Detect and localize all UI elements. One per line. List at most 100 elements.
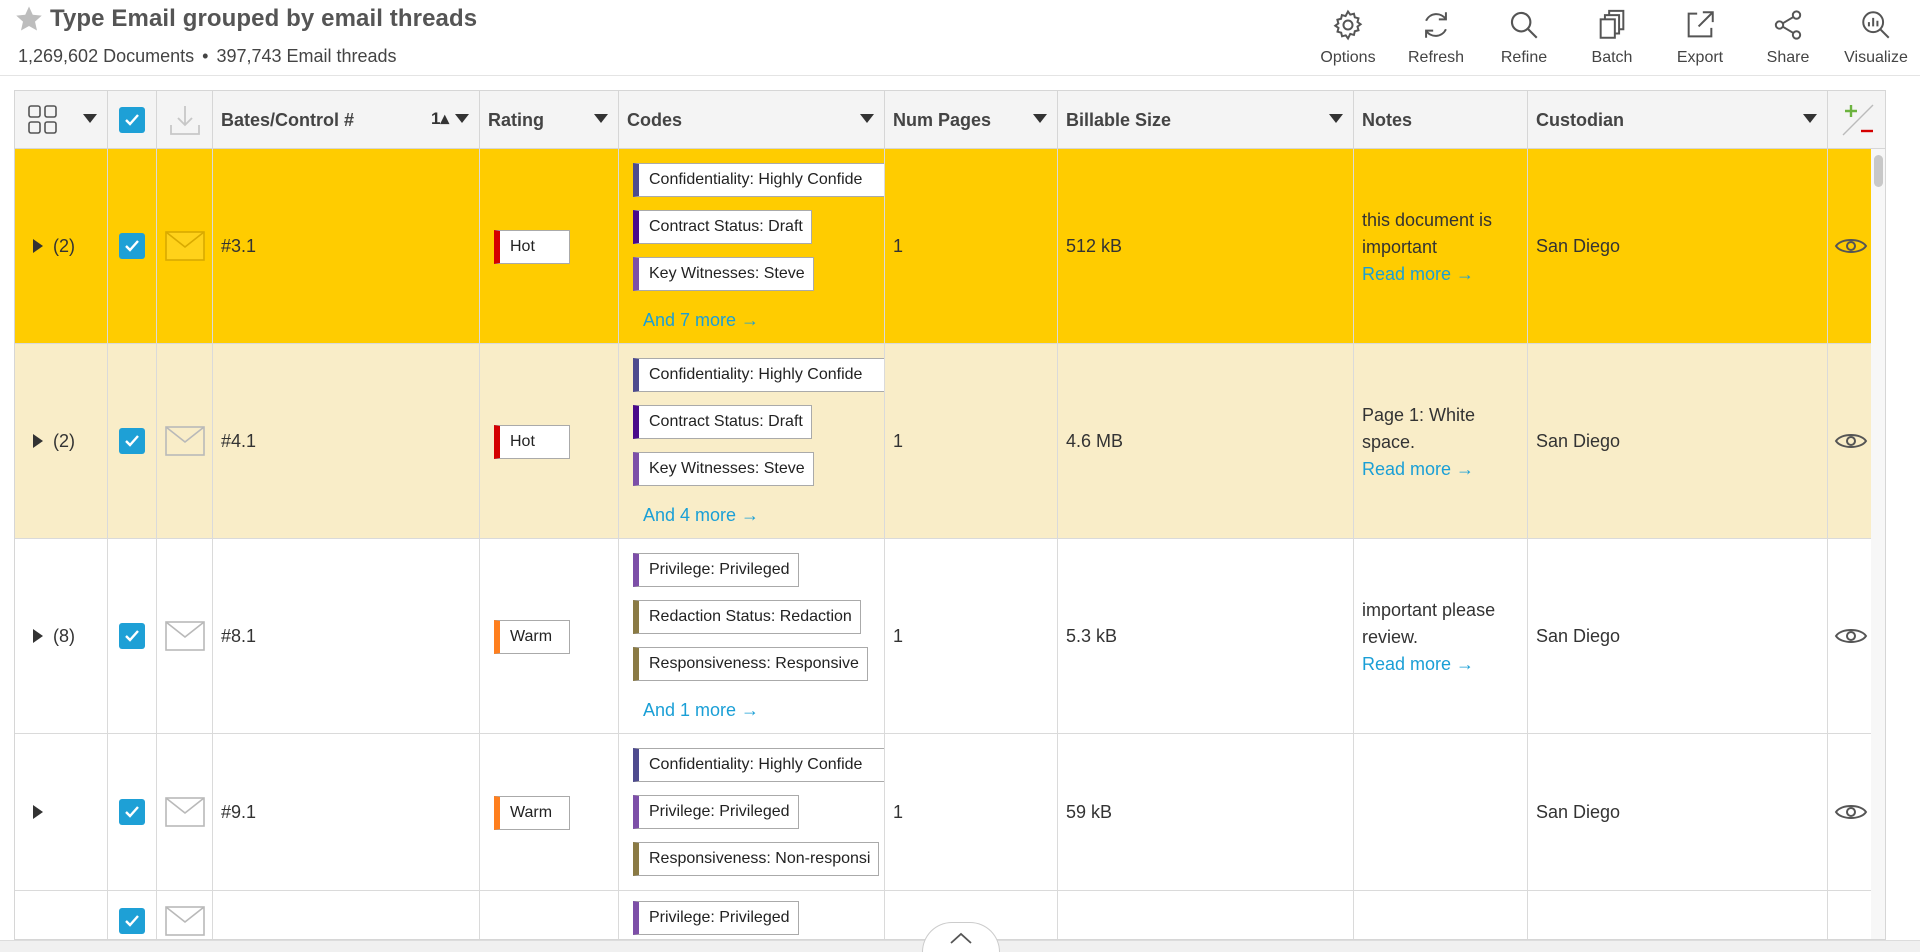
- view-document-button[interactable]: [1828, 734, 1873, 890]
- thread-count: (2): [53, 430, 75, 451]
- table-row[interactable]: (2) #3.1 Hot Confidentiality: Highly Con…: [15, 149, 1885, 344]
- code-tag[interactable]: Key Witnesses: Steve: [633, 257, 814, 291]
- visualize-button[interactable]: Visualize: [1832, 0, 1920, 76]
- eye-icon: [1834, 434, 1867, 448]
- chevron-up-icon: [950, 932, 972, 944]
- share-button[interactable]: Share: [1744, 0, 1832, 76]
- export-label: Export: [1676, 49, 1724, 66]
- options-button[interactable]: Options: [1304, 0, 1392, 76]
- read-more-link[interactable]: Read more →: [1362, 459, 1474, 479]
- email-icon: [157, 149, 213, 343]
- row-checkbox[interactable]: [108, 539, 157, 733]
- code-tag-label: Contract Status: Draft: [649, 413, 803, 430]
- table-row[interactable]: (8) #8.1 Warm Privilege: Privileged Redac…: [15, 539, 1885, 734]
- chevron-down-icon[interactable]: [594, 114, 608, 123]
- code-tag[interactable]: Privilege: Privileged: [633, 901, 799, 935]
- rating-tag[interactable]: Warm: [494, 795, 570, 830]
- vertical-scrollbar[interactable]: [1871, 149, 1885, 939]
- notes-cell: important please review. Read more →: [1354, 539, 1528, 733]
- documents-grid: Bates/Control # 1▴ Rating Codes Num Page…: [14, 90, 1886, 940]
- code-tag[interactable]: Confidentiality: Highly Confide: [633, 163, 884, 197]
- refine-button[interactable]: Refine: [1480, 0, 1568, 76]
- num-pages-cell: 1: [885, 149, 1058, 343]
- chevron-down-icon[interactable]: [455, 114, 469, 123]
- thread-expander[interactable]: (8): [15, 539, 108, 733]
- rating-tag[interactable]: Hot: [494, 424, 570, 459]
- code-tag[interactable]: Privilege: Privileged: [633, 795, 799, 829]
- rating-tag[interactable]: Hot: [494, 229, 570, 264]
- code-tag[interactable]: Key Witnesses: Steve: [633, 452, 814, 486]
- export-button[interactable]: Export: [1656, 0, 1744, 76]
- thread-expander[interactable]: [15, 734, 108, 890]
- thread-count: 397,743 Email threads: [216, 46, 397, 66]
- more-codes-link[interactable]: And 1 more →: [643, 700, 759, 721]
- code-tag-label: Confidentiality: Highly Confide: [649, 366, 863, 383]
- rating-tag[interactable]: Warm: [494, 619, 570, 654]
- document-count: 1,269,602 Documents: [18, 46, 195, 66]
- code-tag[interactable]: Confidentiality: Highly Confide: [633, 358, 884, 392]
- code-tag[interactable]: Redaction Status: Redaction: [633, 600, 861, 634]
- download-column[interactable]: [157, 91, 213, 149]
- star-icon[interactable]: [14, 4, 44, 34]
- code-tag[interactable]: Privilege: Privileged: [633, 553, 799, 587]
- notes-cell: [1354, 891, 1528, 939]
- column-codes-label: Codes: [627, 109, 683, 130]
- rating-cell: [480, 891, 619, 939]
- code-tag[interactable]: Contract Status: Draft: [633, 210, 812, 244]
- table-row[interactable]: (2) #4.1 Hot Confidentiality: Highly Con…: [15, 344, 1885, 539]
- chevron-down-icon[interactable]: [860, 114, 874, 123]
- row-checkbox[interactable]: [108, 344, 157, 538]
- checkbox-checked-icon: [119, 107, 145, 133]
- scrollbar-thumb[interactable]: [1874, 155, 1883, 187]
- code-tag[interactable]: Contract Status: Draft: [633, 405, 812, 439]
- thread-expander[interactable]: [15, 891, 108, 939]
- refresh-button[interactable]: Refresh: [1392, 0, 1480, 76]
- view-document-button[interactable]: [1828, 539, 1873, 733]
- column-billable-size[interactable]: Billable Size: [1058, 91, 1354, 149]
- chevron-down-icon[interactable]: [1803, 114, 1817, 123]
- column-rating-label: Rating: [488, 109, 544, 130]
- code-tag-label: Privilege: Privileged: [649, 909, 790, 926]
- refresh-icon: [1425, 12, 1447, 38]
- codes-cell: Privilege: Privileged Redaction Status: R…: [619, 539, 885, 733]
- read-more-link[interactable]: Read more →: [1362, 654, 1474, 674]
- code-tag[interactable]: Confidentiality: Highly Confide: [633, 748, 884, 782]
- read-more-link[interactable]: Read more →: [1362, 264, 1474, 284]
- note-body: this document is important: [1362, 209, 1493, 257]
- chevron-down-icon[interactable]: [1329, 114, 1343, 123]
- column-custodian[interactable]: Custodian: [1528, 91, 1828, 149]
- column-rating[interactable]: Rating: [480, 91, 619, 149]
- notes-cell: Page 1: White space. Read more →: [1354, 344, 1528, 538]
- code-tag[interactable]: Responsiveness: Responsive: [633, 647, 868, 681]
- more-codes-link[interactable]: And 7 more →: [643, 310, 759, 331]
- layout-selector[interactable]: [15, 91, 108, 149]
- billable-size: 512 kB: [1066, 235, 1123, 256]
- note-body: important please review.: [1362, 599, 1496, 647]
- view-document-button[interactable]: [1828, 149, 1873, 343]
- thread-expander[interactable]: (2): [15, 344, 108, 538]
- row-checkbox[interactable]: [108, 891, 157, 939]
- column-notes[interactable]: Notes: [1354, 91, 1528, 149]
- table-row[interactable]: #9.1 Warm Confidentiality: Highly Confid…: [15, 734, 1885, 891]
- visualize-label: Visualize: [1844, 49, 1908, 66]
- thread-expander[interactable]: (2): [15, 149, 108, 343]
- column-codes[interactable]: Codes: [619, 91, 885, 149]
- row-checkbox[interactable]: [108, 149, 157, 343]
- column-custodian-label: Custodian: [1536, 109, 1624, 130]
- view-document-button[interactable]: [1828, 891, 1873, 939]
- code-tag[interactable]: Responsiveness: Non-responsi: [633, 842, 880, 876]
- batch-button[interactable]: Batch: [1568, 0, 1656, 76]
- chevron-down-icon[interactable]: [1033, 114, 1047, 123]
- select-all-checkbox[interactable]: [108, 91, 157, 149]
- row-checkbox[interactable]: [108, 734, 157, 890]
- view-document-button[interactable]: [1828, 344, 1873, 538]
- more-codes-link[interactable]: And 4 more →: [643, 505, 759, 526]
- custodian-cell: San Diego: [1528, 539, 1828, 733]
- add-remove-columns-button[interactable]: [1828, 91, 1885, 149]
- bates-cell: [213, 891, 480, 939]
- page-title: Type Email grouped by email threads: [50, 5, 478, 32]
- column-bates-label: Bates/Control #: [221, 109, 355, 130]
- num-pages: 1: [893, 430, 904, 451]
- column-num-pages[interactable]: Num Pages: [885, 91, 1058, 149]
- column-bates[interactable]: Bates/Control # 1▴: [213, 91, 480, 149]
